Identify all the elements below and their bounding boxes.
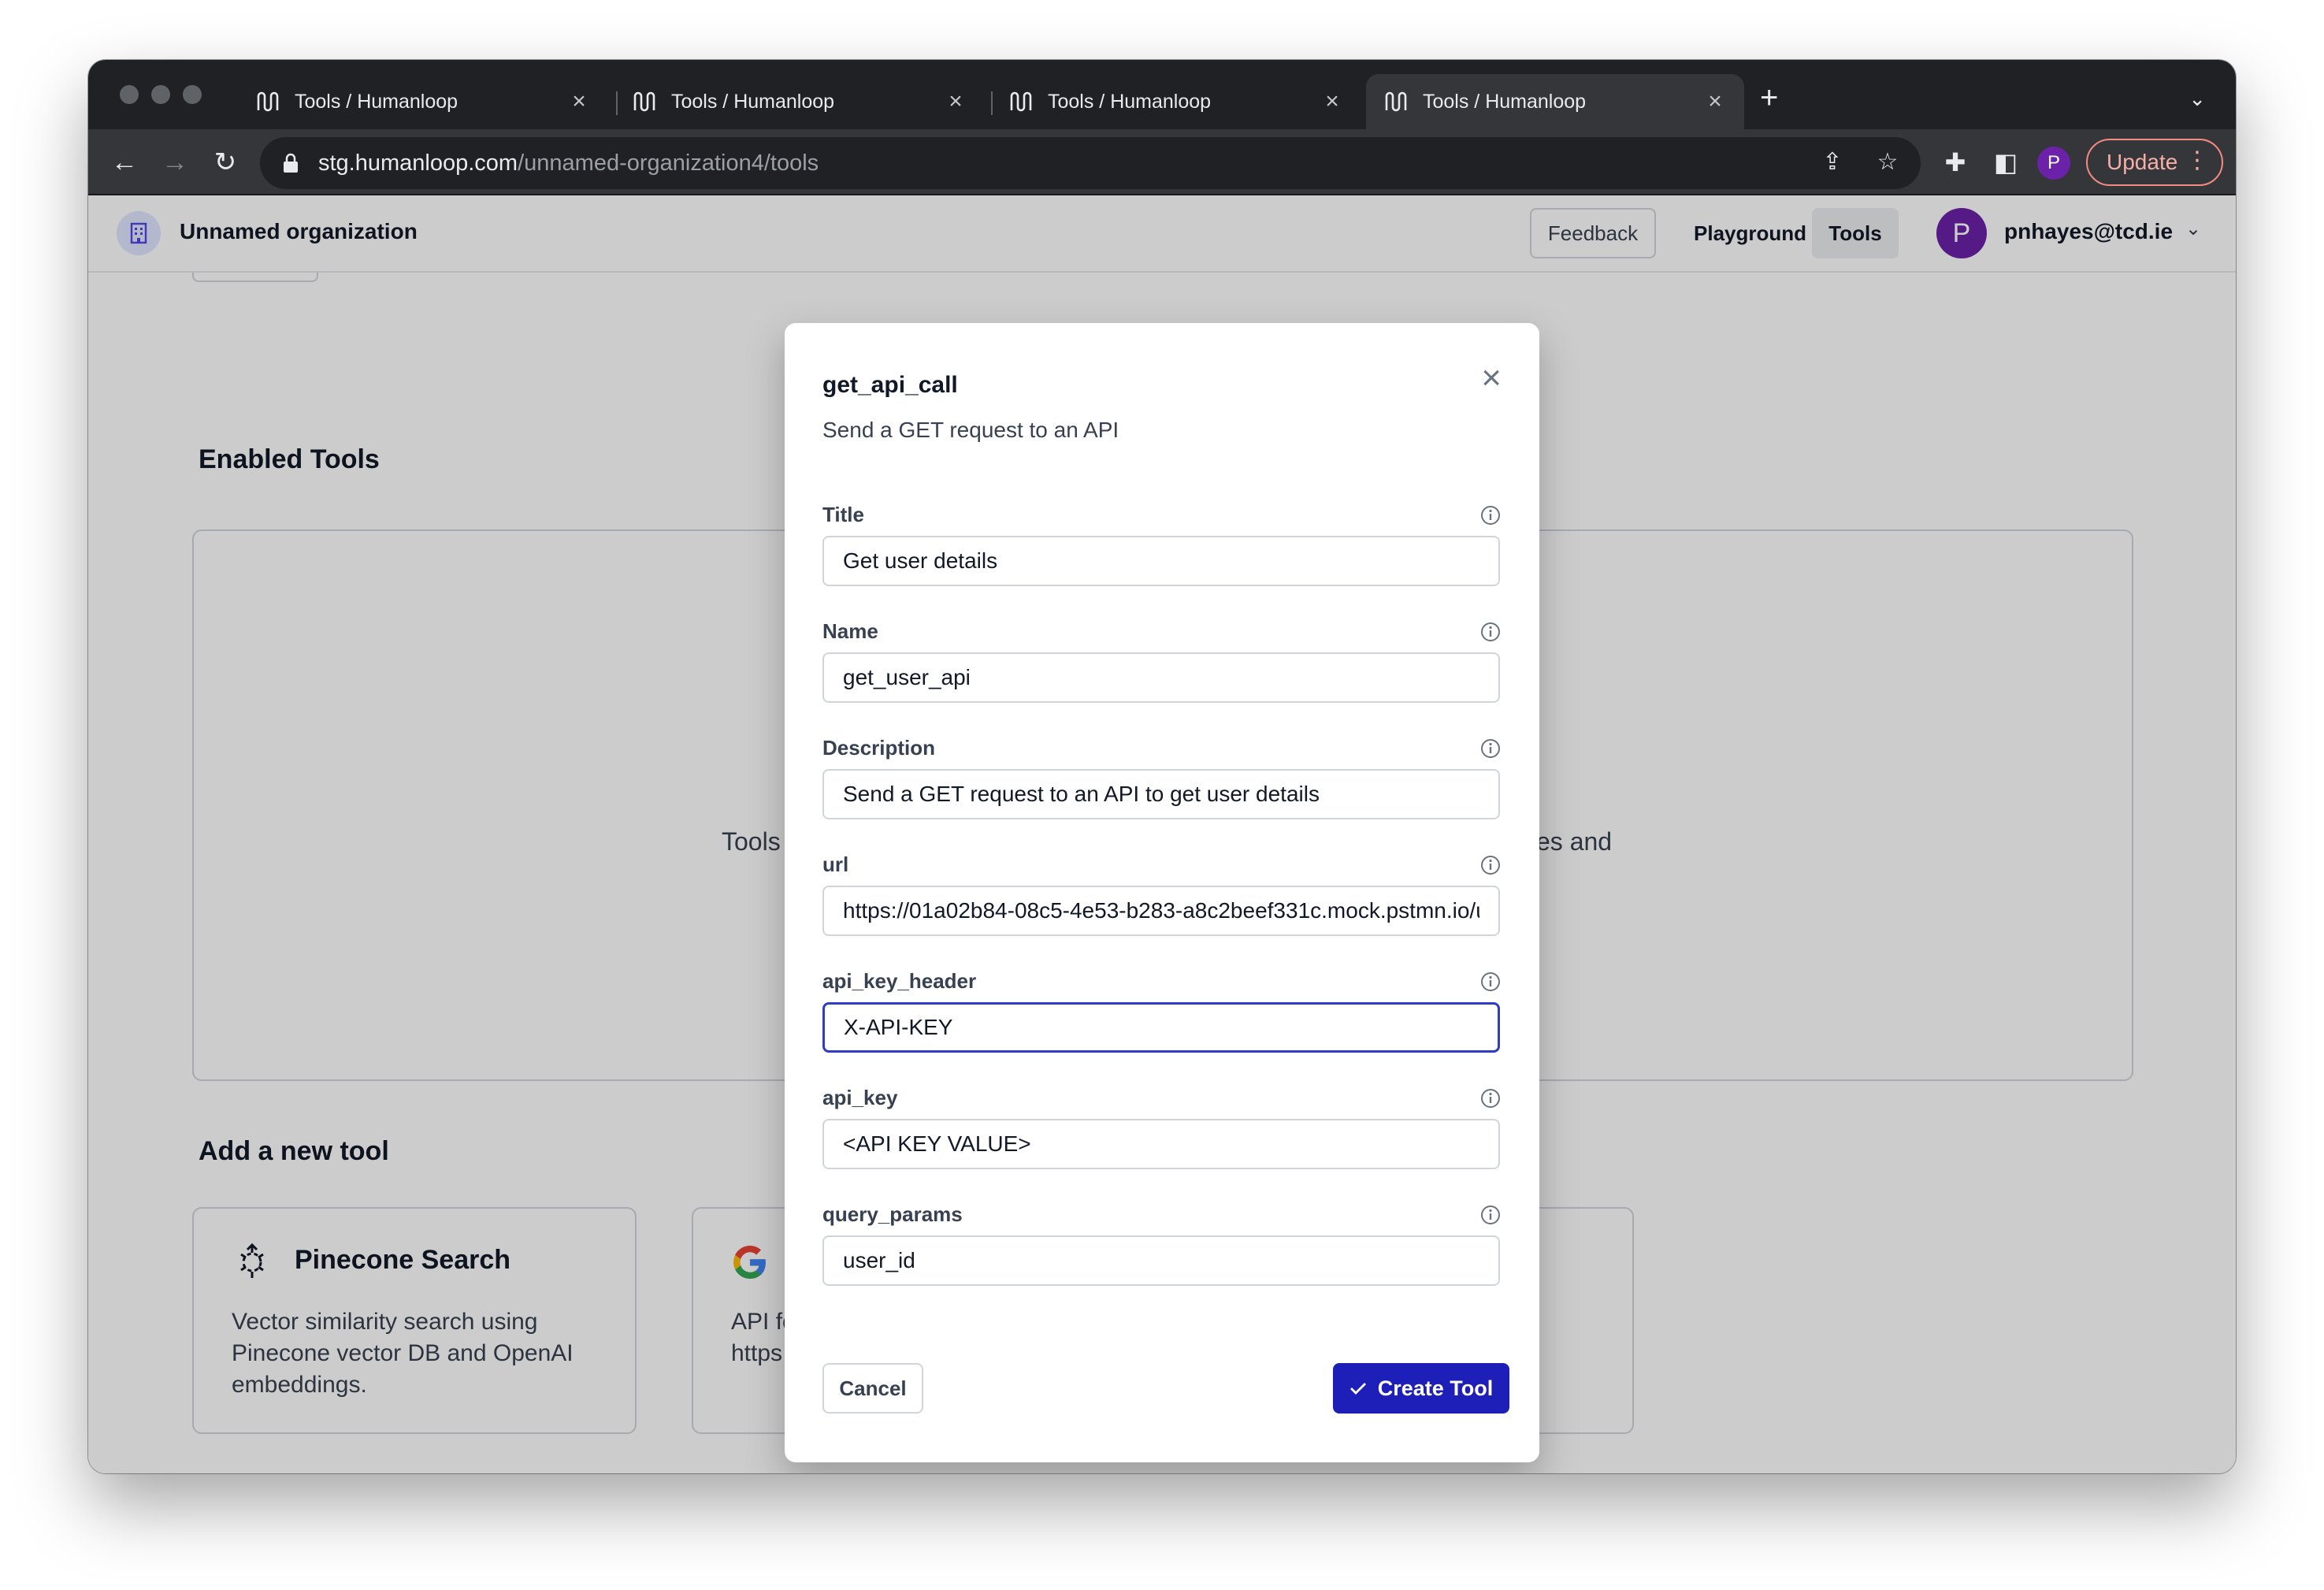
description-label: Description <box>822 736 936 760</box>
dialog-title: get_api_call <box>822 372 958 398</box>
name-label: Name <box>822 619 878 643</box>
api-key-label: api_key <box>822 1086 898 1109</box>
humanloop-logo-icon <box>1385 91 1407 112</box>
lock-icon <box>284 153 298 173</box>
humanloop-logo-icon <box>1010 91 1032 112</box>
info-icon[interactable] <box>1479 854 1502 876</box>
star-icon[interactable]: ☆ <box>1873 148 1902 176</box>
info-icon[interactable] <box>1479 737 1502 760</box>
back-arrow-icon[interactable]: ← <box>107 145 142 180</box>
info-icon[interactable] <box>1479 971 1502 993</box>
humanloop-logo-icon <box>257 91 279 112</box>
tab-title: Tools / Humanloop <box>1423 90 1587 113</box>
extensions-puzzle-icon[interactable]: ✚ <box>1938 145 1973 180</box>
tab-title: Tools / Humanloop <box>295 90 458 113</box>
kebab-menu-icon[interactable]: ⋮ <box>2185 147 2209 174</box>
browser-tab-3[interactable]: Tools / Humanloop × <box>991 74 1361 129</box>
close-icon[interactable]: × <box>1703 88 1727 115</box>
url-input[interactable] <box>822 886 1500 936</box>
title-input[interactable] <box>822 536 1500 586</box>
tab-strip: Tools / Humanloop × Tools / Humanloop × … <box>88 60 2236 129</box>
page-content: Unnamed organization Feedback Playground… <box>88 195 2236 1473</box>
browser-toolbar: ← → ↻ stg.humanloop.com/unnamed-organiza… <box>88 129 2236 195</box>
close-icon[interactable]: × <box>567 88 591 115</box>
url-label: url <box>822 853 849 876</box>
api-key-input[interactable] <box>822 1119 1500 1169</box>
api-key-header-label: api_key_header <box>822 969 977 993</box>
checkmark-icon <box>1349 1383 1366 1395</box>
info-icon[interactable] <box>1479 1204 1502 1226</box>
tab-title: Tools / Humanloop <box>1048 90 1212 113</box>
info-icon[interactable] <box>1479 621 1502 643</box>
close-icon[interactable]: × <box>1481 361 1502 396</box>
new-tab-icon[interactable]: + <box>1760 82 1778 113</box>
browser-window: Tools / Humanloop × Tools / Humanloop × … <box>88 60 2236 1473</box>
address-bar[interactable]: stg.humanloop.com/unnamed-organization4/… <box>260 137 1921 189</box>
create-tool-dialog: get_api_call Send a GET request to an AP… <box>785 323 1539 1462</box>
reload-icon[interactable]: ↻ <box>208 145 243 180</box>
info-icon[interactable] <box>1479 504 1502 526</box>
browser-tab-4-active[interactable]: Tools / Humanloop × <box>1366 74 1744 129</box>
query-params-label: query_params <box>822 1202 963 1226</box>
profile-avatar[interactable]: P <box>2037 147 2070 180</box>
api-key-header-input[interactable] <box>822 1002 1500 1053</box>
url-host: stg.humanloop.com <box>318 150 518 176</box>
update-button[interactable]: Update ⋮ <box>2086 139 2223 186</box>
title-label: Title <box>822 503 864 526</box>
close-window-button[interactable] <box>120 85 139 104</box>
forward-arrow-icon[interactable]: → <box>158 145 192 180</box>
share-icon[interactable]: ⇪ <box>1818 148 1847 176</box>
info-icon[interactable] <box>1479 1087 1502 1109</box>
close-icon[interactable]: × <box>944 88 967 115</box>
query-params-input[interactable] <box>822 1235 1500 1286</box>
url-path: /unnamed-organization4/tools <box>518 150 819 176</box>
create-tool-label: Create Tool <box>1377 1376 1494 1400</box>
browser-tab-1[interactable]: Tools / Humanloop × <box>238 74 608 129</box>
create-tool-button[interactable]: Create Tool <box>1333 1363 1509 1414</box>
minimize-window-button[interactable] <box>151 85 170 104</box>
humanloop-logo-icon <box>633 91 655 112</box>
dialog-subtitle: Send a GET request to an API <box>822 418 1119 442</box>
update-label: Update <box>2107 150 2178 174</box>
chevron-down-icon[interactable]: ⌄ <box>2188 87 2206 111</box>
close-icon[interactable]: × <box>1320 88 1344 115</box>
name-input[interactable] <box>822 652 1500 703</box>
browser-tab-2[interactable]: Tools / Humanloop × <box>614 74 985 129</box>
description-input[interactable] <box>822 769 1500 819</box>
cancel-button[interactable]: Cancel <box>822 1363 923 1414</box>
side-panel-icon[interactable]: ◧ <box>1988 145 2023 180</box>
tab-title: Tools / Humanloop <box>671 90 835 113</box>
zoom-window-button[interactable] <box>183 85 202 104</box>
